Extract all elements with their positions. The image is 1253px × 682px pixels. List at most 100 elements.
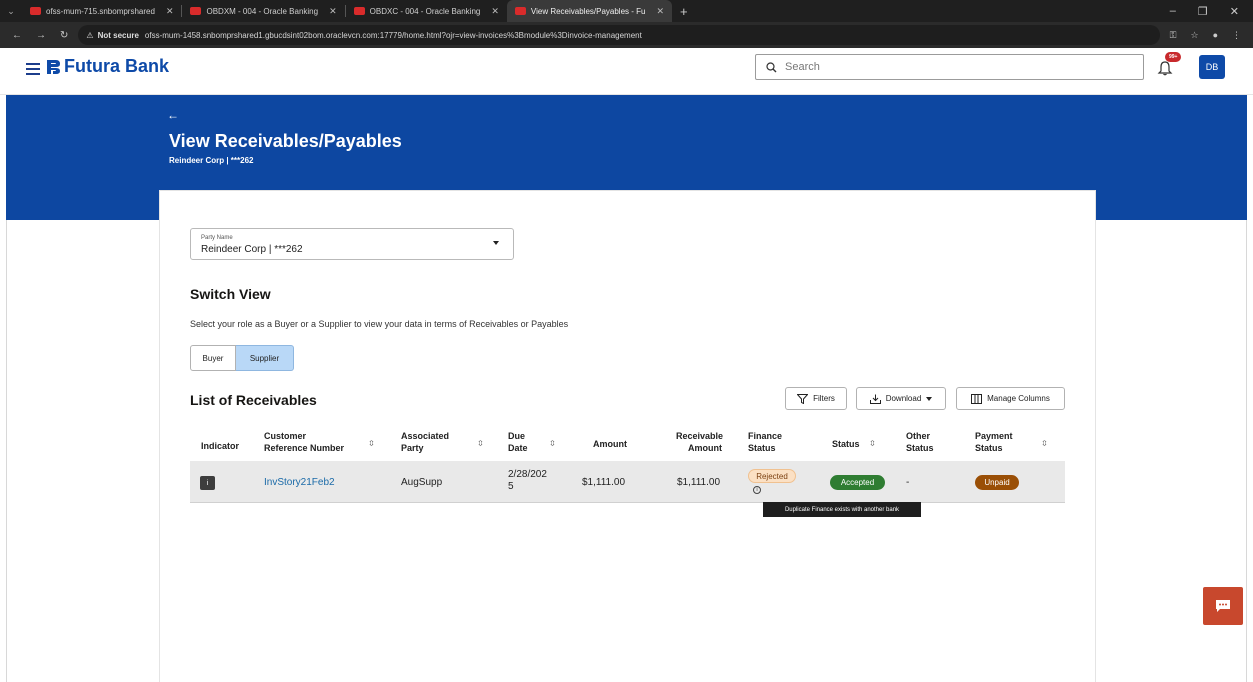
chevron-down-icon bbox=[926, 396, 933, 401]
manage-columns-button[interactable]: Manage Columns bbox=[956, 387, 1065, 410]
header-finance-line1: Finance bbox=[748, 431, 783, 441]
password-key-icon[interactable]: ⚿ bbox=[1170, 30, 1177, 41]
switch-view-description: Select your role as a Buyer or a Supplie… bbox=[190, 319, 569, 329]
window-controls: – ❐ ✕ bbox=[1170, 5, 1253, 18]
chat-icon bbox=[1216, 600, 1230, 612]
role-toggle: Buyer Supplier bbox=[190, 345, 294, 371]
browser-tab-strip: ⌄ ofss-mum-715.snbomprshared ✕ OBDXM - 0… bbox=[0, 0, 1253, 22]
search-input[interactable]: Search bbox=[755, 54, 1144, 80]
header-amount: Amount bbox=[593, 439, 627, 449]
user-avatar[interactable]: DB bbox=[1199, 55, 1225, 79]
reload-icon[interactable]: ↻ bbox=[60, 30, 68, 41]
notification-bell-icon[interactable] bbox=[1157, 60, 1173, 76]
status-badge: Accepted bbox=[830, 475, 885, 490]
page-subtitle: Reindeer Corp | ***262 bbox=[169, 156, 254, 165]
back-arrow-icon[interactable]: ← bbox=[167, 108, 179, 122]
menu-kebab-icon[interactable]: ⋮ bbox=[1232, 30, 1241, 41]
tab-title: OBDXC - 004 - Oracle Banking bbox=[369, 6, 481, 16]
bookmark-star-icon[interactable]: ☆ bbox=[1190, 30, 1198, 41]
indicator-info-icon[interactable]: i bbox=[200, 476, 215, 490]
header-payment-line2[interactable]: Status bbox=[975, 443, 1003, 454]
close-window-icon[interactable]: ✕ bbox=[1230, 5, 1239, 18]
close-tab-icon[interactable]: ✕ bbox=[166, 6, 174, 17]
buyer-button[interactable]: Buyer bbox=[190, 345, 236, 371]
page-title: View Receivables/Payables bbox=[169, 131, 402, 151]
filters-label: Filters bbox=[813, 394, 835, 403]
sort-icon[interactable]: ⇳ bbox=[1041, 439, 1048, 448]
header-other-line2: Status bbox=[906, 443, 934, 453]
payment-status-badge: Unpaid bbox=[975, 475, 1019, 490]
search-icon bbox=[766, 61, 777, 72]
header-associated-line1: Associated bbox=[401, 431, 450, 441]
header-status[interactable]: Status bbox=[832, 439, 860, 450]
browser-tab-1[interactable]: ofss-mum-715.snbomprshared ✕ bbox=[22, 0, 181, 22]
manage-columns-label: Manage Columns bbox=[987, 394, 1050, 403]
supplier-button[interactable]: Supplier bbox=[236, 345, 294, 371]
filters-button[interactable]: Filters bbox=[785, 387, 847, 410]
header-payment-line1: Payment bbox=[975, 431, 1013, 441]
sort-icon[interactable]: ⇳ bbox=[549, 439, 556, 448]
finance-status-tooltip: Duplicate Finance exists with another ba… bbox=[763, 502, 921, 517]
info-icon[interactable]: i bbox=[753, 486, 761, 494]
download-label: Download bbox=[885, 394, 922, 403]
tab-search-icon[interactable]: ⌄ bbox=[0, 0, 22, 22]
restore-icon[interactable]: ❐ bbox=[1198, 5, 1208, 18]
brand-logo-icon bbox=[47, 60, 60, 74]
party-name-value: Reindeer Corp | ***262 bbox=[201, 244, 303, 255]
chevron-down-icon bbox=[493, 241, 499, 245]
oracle-favicon-icon bbox=[514, 7, 526, 15]
new-tab-button[interactable]: + bbox=[672, 4, 696, 19]
brand-name[interactable]: Futura Bank bbox=[64, 56, 169, 77]
header-indicator: Indicator bbox=[201, 441, 240, 451]
receivable-amount: $1,111.00 bbox=[677, 477, 721, 488]
header-other-line1: Other bbox=[906, 431, 931, 441]
sort-icon[interactable]: ⇳ bbox=[869, 439, 876, 448]
close-tab-icon[interactable]: ✕ bbox=[656, 6, 664, 17]
tab-title: OBDXM - 004 - Oracle Banking bbox=[206, 6, 319, 16]
divider bbox=[6, 220, 7, 682]
browser-tab-4-active[interactable]: View Receivables/Payables - Fu ✕ bbox=[506, 0, 673, 22]
party-name-label: Party Name bbox=[201, 235, 233, 241]
back-icon[interactable]: ← bbox=[12, 30, 22, 41]
amount: $1,111.00 bbox=[582, 477, 626, 488]
search-placeholder: Search bbox=[785, 61, 820, 73]
close-tab-icon[interactable]: ✕ bbox=[329, 6, 337, 17]
switch-view-title: Switch View bbox=[190, 286, 271, 302]
profile-icon[interactable]: ● bbox=[1213, 30, 1218, 41]
header-finance-line2: Status bbox=[748, 443, 776, 453]
divider bbox=[1246, 220, 1247, 682]
nav-buttons: ← → ↻ bbox=[0, 30, 78, 41]
oracle-favicon-icon bbox=[30, 7, 41, 15]
header-receivable-line2: Amount bbox=[688, 443, 722, 453]
minimize-icon[interactable]: – bbox=[1170, 5, 1176, 18]
chat-button[interactable] bbox=[1203, 587, 1243, 625]
toolbar-actions: ⚿ ☆ ● ⋮ bbox=[1170, 30, 1253, 41]
download-icon bbox=[869, 394, 881, 404]
customer-ref-link[interactable]: InvStory21Feb2 bbox=[264, 477, 335, 488]
browser-tab-3[interactable]: OBDXC - 004 - Oracle Banking ✕ bbox=[346, 0, 507, 22]
associated-party: AugSupp bbox=[401, 477, 443, 488]
due-date-line2: 5 bbox=[508, 481, 514, 492]
close-tab-icon[interactable]: ✕ bbox=[491, 6, 499, 17]
browser-tab-2[interactable]: OBDXM - 004 - Oracle Banking ✕ bbox=[182, 0, 344, 22]
sort-icon[interactable]: ⇳ bbox=[368, 439, 375, 448]
list-title: List of Receivables bbox=[190, 392, 317, 408]
header-associated-line2[interactable]: Party bbox=[401, 443, 424, 454]
forward-icon[interactable]: → bbox=[36, 30, 46, 41]
header-customer-ref-line2[interactable]: Reference Number bbox=[264, 443, 344, 454]
finance-status-badge: Rejected bbox=[748, 469, 796, 483]
table-row[interactable]: i InvStory21Feb2 AugSupp 2/28/202 5 $1,1… bbox=[190, 461, 1065, 503]
tab-title: View Receivables/Payables - Fu bbox=[530, 6, 646, 16]
app-header: Futura Bank Search 99+ DB bbox=[0, 48, 1253, 95]
hamburger-menu-icon[interactable] bbox=[26, 63, 40, 75]
download-button[interactable]: Download bbox=[856, 387, 946, 410]
address-bar[interactable]: ⚠ Not secure ofss-mum-1458.snbomprshared… bbox=[78, 25, 1160, 45]
party-name-select[interactable]: Party Name Reindeer Corp | ***262 bbox=[190, 228, 514, 260]
other-status: - bbox=[906, 477, 910, 488]
sort-icon[interactable]: ⇳ bbox=[477, 439, 484, 448]
tab-title: ofss-mum-715.snbomprshared bbox=[46, 6, 155, 16]
due-date-line1: 2/28/202 bbox=[508, 469, 547, 480]
oracle-favicon-icon bbox=[190, 7, 202, 15]
header-due-line2[interactable]: Date bbox=[508, 443, 528, 454]
filter-icon bbox=[797, 393, 809, 404]
